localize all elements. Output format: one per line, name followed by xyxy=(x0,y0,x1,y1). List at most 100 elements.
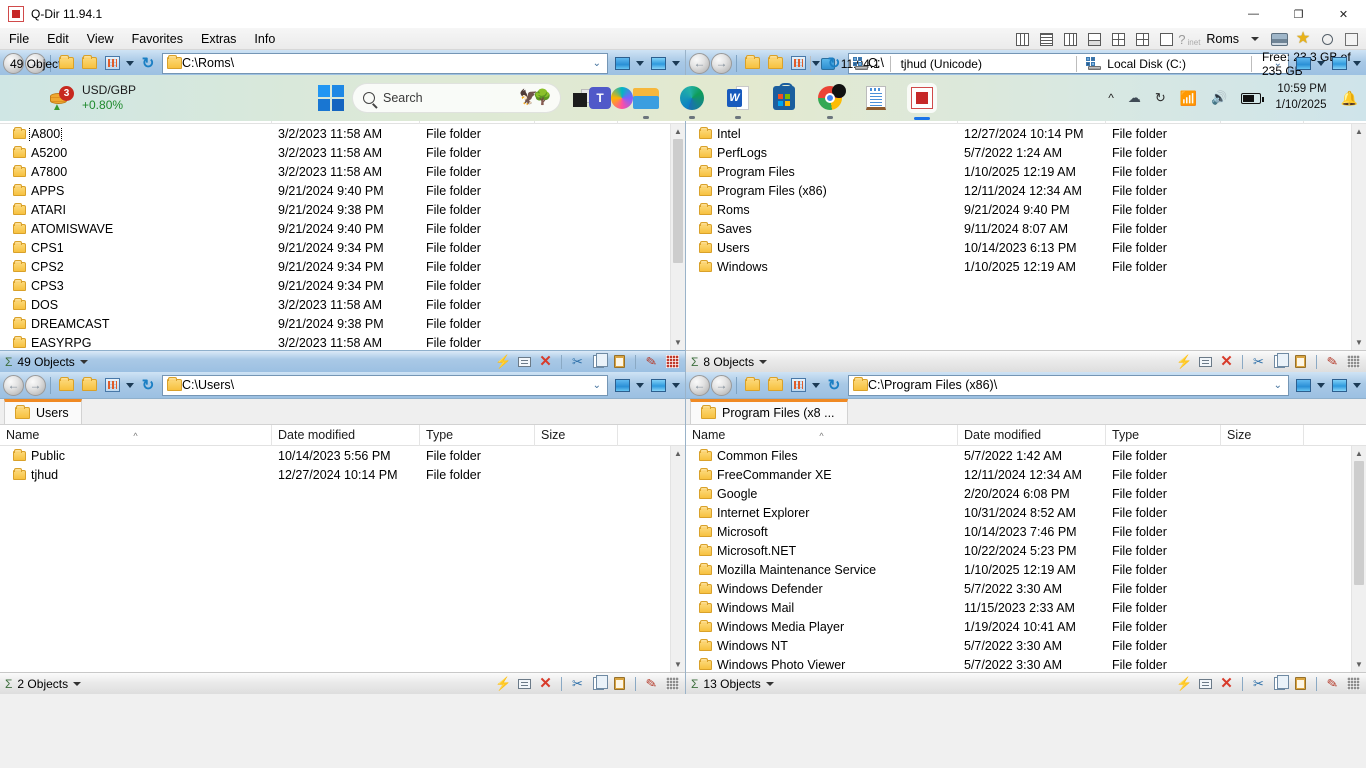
table-row[interactable]: EASYRPG 3/2/2023 11:58 AM File folder xyxy=(0,333,670,350)
edit-button[interactable]: ✎ xyxy=(643,353,660,370)
view-options-button[interactable] xyxy=(787,52,809,74)
delete-button[interactable]: ✕ xyxy=(1218,353,1235,370)
table-row[interactable]: Microsoft.NET 10/22/2024 5:23 PM File fo… xyxy=(686,541,1351,560)
new-folder-button[interactable] xyxy=(764,374,786,396)
pane-view-dropdown-2[interactable] xyxy=(1351,52,1363,74)
table-row[interactable]: Internet Explorer 10/31/2024 8:52 AM Fil… xyxy=(686,503,1351,522)
up-folder-button[interactable] xyxy=(741,374,763,396)
column-header-size[interactable]: Size xyxy=(1221,424,1304,446)
vertical-scrollbar[interactable]: ▲ ▼ xyxy=(670,124,685,350)
vertical-scrollbar[interactable]: ▲ ▼ xyxy=(1351,124,1366,350)
edit-button[interactable]: ✎ xyxy=(643,675,660,692)
refresh-button[interactable]: ↻ xyxy=(137,374,159,396)
edit-button[interactable]: ✎ xyxy=(1324,353,1341,370)
view-1-column-button[interactable] xyxy=(1011,29,1033,49)
column-header-date[interactable]: Date modified xyxy=(958,424,1106,446)
scroll-up-arrow-icon[interactable]: ▲ xyxy=(674,446,682,461)
paste-button[interactable] xyxy=(1292,675,1309,692)
pane-view-dropdown-1[interactable] xyxy=(1315,52,1327,74)
cut-button[interactable]: ✂ xyxy=(569,675,586,692)
vertical-scrollbar[interactable]: ▲ ▼ xyxy=(1351,446,1366,672)
minimize-button[interactable]: — xyxy=(1231,0,1276,28)
pane-view-button-1[interactable] xyxy=(1292,374,1314,396)
printer-button[interactable] xyxy=(1268,29,1290,49)
pane-view-dropdown-1[interactable] xyxy=(1315,374,1327,396)
paste-button[interactable] xyxy=(611,353,628,370)
up-folder-button[interactable] xyxy=(741,52,763,74)
new-folder-button[interactable] xyxy=(78,52,100,74)
favorite-dropdown-button[interactable] xyxy=(1244,29,1266,49)
maximize-button[interactable]: ❐ xyxy=(1276,0,1321,28)
copy-button[interactable] xyxy=(1271,353,1289,370)
grid-button[interactable] xyxy=(664,675,681,692)
up-folder-button[interactable] xyxy=(55,52,77,74)
table-row[interactable]: Public 10/14/2023 5:56 PM File folder xyxy=(0,446,670,465)
pane-view-button-2[interactable] xyxy=(647,374,669,396)
battery-icon[interactable] xyxy=(1241,92,1265,104)
taskbar-app-file-explorer[interactable] xyxy=(631,83,661,119)
column-header-name[interactable]: Name ^ xyxy=(0,424,272,446)
quick-action-button[interactable]: ⚡ xyxy=(1176,675,1193,692)
table-row[interactable]: APPS 9/21/2024 9:40 PM File folder xyxy=(0,181,670,200)
start-button[interactable] xyxy=(318,85,344,111)
refresh-button[interactable]: ↻ xyxy=(823,52,845,74)
scroll-down-arrow-icon[interactable]: ▼ xyxy=(674,657,682,672)
pane-view-button-2[interactable] xyxy=(647,52,669,74)
copy-button[interactable] xyxy=(1271,675,1289,692)
view-options-button[interactable] xyxy=(101,52,123,74)
table-row[interactable]: Windows NT 5/7/2022 3:30 AM File folder xyxy=(686,636,1351,655)
scroll-down-arrow-icon[interactable]: ▼ xyxy=(1355,657,1363,672)
menu-file[interactable]: File xyxy=(0,30,38,48)
chevron-down-icon[interactable] xyxy=(765,681,774,686)
column-header-type[interactable]: Type xyxy=(420,424,535,446)
table-row[interactable]: FreeCommander XE 12/11/2024 12:34 AM Fil… xyxy=(686,465,1351,484)
paste-button[interactable] xyxy=(1292,353,1309,370)
taskbar-app-edge[interactable] xyxy=(677,83,707,119)
view-list-button[interactable] xyxy=(1035,29,1057,49)
pane-view-button-2[interactable] xyxy=(1328,374,1350,396)
taskbar-app-word[interactable]: W xyxy=(723,83,753,119)
update-icon[interactable]: ↻ xyxy=(1155,90,1166,106)
view-options-dropdown[interactable] xyxy=(810,374,822,396)
scrollbar-thumb[interactable] xyxy=(673,139,683,264)
table-row[interactable]: tjhud 12/27/2024 10:14 PM File folder xyxy=(0,465,670,484)
address-input[interactable]: C:\Users\ ⌄ xyxy=(162,374,608,396)
table-row[interactable]: Program Files (x86) 12/11/2024 12:34 AM … xyxy=(686,181,1351,200)
refresh-button[interactable]: ↻ xyxy=(823,374,845,396)
copy-button[interactable] xyxy=(590,353,608,370)
pane-tab[interactable]: Users xyxy=(4,399,82,424)
table-row[interactable]: Microsoft 10/14/2023 7:46 PM File folder xyxy=(686,522,1351,541)
table-row[interactable]: ATOMISWAVE 9/21/2024 9:40 PM File folder xyxy=(0,219,670,238)
up-folder-button[interactable] xyxy=(55,374,77,396)
table-row[interactable]: PerfLogs 5/7/2022 1:24 AM File folder xyxy=(686,143,1351,162)
delete-button[interactable]: ✕ xyxy=(537,353,554,370)
forward-button[interactable]: → xyxy=(25,374,46,396)
scrollbar-thumb[interactable] xyxy=(1354,461,1364,586)
cut-button[interactable]: ✂ xyxy=(569,353,586,370)
scroll-up-arrow-icon[interactable]: ▲ xyxy=(674,124,682,139)
address-dropdown-icon[interactable]: ⌄ xyxy=(589,380,605,391)
close-button[interactable]: ✕ xyxy=(1321,0,1366,28)
rename-button[interactable] xyxy=(1197,353,1214,370)
pane-view-button-2[interactable] xyxy=(1328,52,1350,74)
table-row[interactable]: A5200 3/2/2023 11:58 AM File folder xyxy=(0,143,670,162)
table-row[interactable]: CPS2 9/21/2024 9:34 PM File folder xyxy=(0,257,670,276)
minimize-box-button[interactable] xyxy=(1340,29,1362,49)
taskbar-app-chrome[interactable] xyxy=(815,83,846,119)
rename-button[interactable] xyxy=(516,675,533,692)
grid-button[interactable] xyxy=(664,353,681,370)
table-row[interactable]: ATARI 9/21/2024 9:38 PM File folder xyxy=(0,200,670,219)
table-row[interactable]: Mozilla Maintenance Service 1/10/2025 12… xyxy=(686,560,1351,579)
table-row[interactable]: Windows 1/10/2025 12:19 AM File folder xyxy=(686,257,1351,276)
zoom-button[interactable] xyxy=(1316,29,1338,49)
back-button[interactable]: ← xyxy=(3,374,24,396)
view-horizontal-split-button[interactable] xyxy=(1083,29,1105,49)
delete-button[interactable]: ✕ xyxy=(537,675,554,692)
column-header-type[interactable]: Type xyxy=(1106,424,1221,446)
favorite-folder-label[interactable]: Roms xyxy=(1203,32,1242,46)
clock[interactable]: 10:59 PM 1/10/2025 xyxy=(1275,82,1326,113)
paste-button[interactable] xyxy=(611,675,628,692)
table-row[interactable]: Saves 9/11/2024 8:07 AM File folder xyxy=(686,219,1351,238)
table-row[interactable]: CPS1 9/21/2024 9:34 PM File folder xyxy=(0,238,670,257)
scroll-down-arrow-icon[interactable]: ▼ xyxy=(1355,335,1363,350)
